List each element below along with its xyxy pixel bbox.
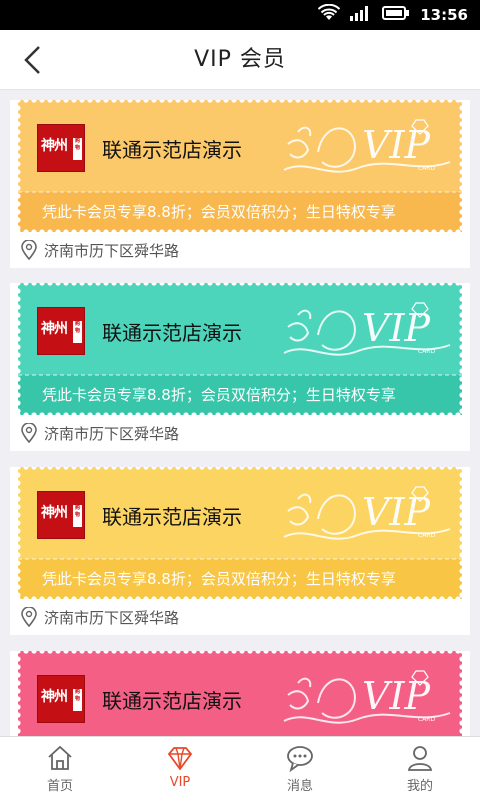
vip-card[interactable]: VIP CARD 神州 购物 联通示范店演示 凭此卡会员专享8.8折；会员双倍积… bbox=[10, 467, 470, 635]
tab-label: VIP bbox=[169, 775, 191, 790]
address-text: 济南市历下区舜华路 bbox=[44, 241, 180, 260]
vip-card[interactable]: VIP CARD 神州 购物 联通示范店演示 凭此卡会员专享8.8折；会员双倍积… bbox=[10, 100, 470, 268]
logo-sub-text: 购物 bbox=[73, 138, 82, 160]
vip-decoration-icon: VIP CARD bbox=[283, 302, 451, 356]
vip-card-list: VIP CARD 神州 购物 联通示范店演示 凭此卡会员专享8.8折；会员双倍积… bbox=[0, 90, 480, 736]
svg-text:CARD: CARD bbox=[418, 348, 435, 355]
vip-card[interactable]: VIP CARD 神州 购物 联通示范店演示 凭此卡会员专享8.8折；会员双倍积… bbox=[10, 283, 470, 451]
location-pin-icon bbox=[21, 240, 37, 260]
card-benefits: 凭此卡会员专享8.8折；会员双倍积分；生日特权专享 bbox=[42, 203, 396, 221]
store-address: 济南市历下区舜华路 bbox=[10, 415, 470, 451]
battery-icon bbox=[382, 5, 410, 25]
address-text: 济南市历下区舜华路 bbox=[44, 424, 180, 443]
store-logo: 神州 购物 bbox=[37, 307, 85, 355]
tab-label: 我的 bbox=[406, 779, 433, 794]
signal-icon bbox=[350, 5, 372, 25]
status-bar: 13:56 bbox=[0, 0, 480, 30]
card-benefits: 凭此卡会员专享8.8折；会员双倍积分；生日特权专享 bbox=[42, 570, 396, 588]
ticket-body: VIP CARD 神州 购物 联通示范店演示 凭此卡会员专享8.8折；会员双倍积… bbox=[18, 467, 462, 599]
logo-text: 神州 bbox=[41, 321, 68, 337]
vip-decoration-icon: VIP CARD bbox=[283, 670, 451, 724]
person-icon bbox=[407, 746, 433, 771]
vip-decoration-icon: VIP CARD bbox=[283, 486, 451, 540]
svg-text:CARD: CARD bbox=[418, 165, 435, 172]
page-title: VIP 会员 bbox=[194, 47, 286, 72]
svg-text:CARD: CARD bbox=[418, 532, 435, 539]
diamond-icon bbox=[167, 747, 193, 771]
svg-text:VIP: VIP bbox=[362, 490, 431, 534]
store-name: 联通示范店演示 bbox=[102, 138, 242, 162]
message-icon bbox=[287, 746, 313, 773]
svg-text:VIP: VIP bbox=[362, 306, 431, 350]
svg-text:VIP: VIP bbox=[362, 674, 431, 718]
tab-bar: 首页 VIP 消息 我的 bbox=[0, 736, 480, 800]
home-icon bbox=[48, 745, 72, 770]
store-logo: 神州 购物 bbox=[37, 124, 85, 172]
wifi-icon bbox=[318, 3, 341, 26]
logo-sub-text: 购物 bbox=[73, 505, 82, 527]
store-name: 联通示范店演示 bbox=[102, 689, 242, 713]
tab-profile[interactable]: 我的 bbox=[360, 737, 480, 800]
card-benefits: 凭此卡会员专享8.8折；会员双倍积分；生日特权专享 bbox=[42, 386, 396, 404]
address-text: 济南市历下区舜华路 bbox=[44, 608, 180, 627]
tab-home[interactable]: 首页 bbox=[0, 737, 120, 800]
vip-decoration-icon: VIP CARD bbox=[283, 119, 451, 173]
tab-label: 消息 bbox=[286, 779, 313, 794]
location-pin-icon bbox=[21, 607, 37, 627]
logo-text: 神州 bbox=[41, 505, 68, 521]
vip-card[interactable]: VIP CARD 神州 购物 联通示范店演示 bbox=[10, 651, 470, 736]
store-name: 联通示范店演示 bbox=[102, 321, 242, 345]
logo-text: 神州 bbox=[41, 138, 68, 154]
store-logo: 神州 购物 bbox=[37, 491, 85, 539]
ticket-body: VIP CARD 神州 购物 联通示范店演示 凭此卡会员专享8.8折；会员双倍积… bbox=[18, 283, 462, 415]
store-name: 联通示范店演示 bbox=[102, 505, 242, 529]
logo-text: 神州 bbox=[41, 689, 68, 705]
svg-text:VIP: VIP bbox=[362, 123, 431, 167]
logo-sub-text: 购物 bbox=[73, 321, 82, 343]
svg-text:CARD: CARD bbox=[418, 716, 435, 723]
ticket-body: VIP CARD 神州 购物 联通示范店演示 凭此卡会员专享8.8折；会员双倍积… bbox=[18, 100, 462, 232]
store-logo: 神州 购物 bbox=[37, 675, 85, 723]
status-time: 13:56 bbox=[420, 6, 468, 24]
store-address: 济南市历下区舜华路 bbox=[10, 232, 470, 268]
tab-messages[interactable]: 消息 bbox=[240, 737, 360, 800]
tab-label: 首页 bbox=[46, 779, 73, 794]
store-address: 济南市历下区舜华路 bbox=[10, 599, 470, 635]
nav-bar: VIP 会员 bbox=[0, 30, 480, 90]
location-pin-icon bbox=[21, 423, 37, 443]
tab-vip[interactable]: VIP bbox=[120, 737, 240, 800]
logo-sub-text: 购物 bbox=[73, 689, 82, 711]
ticket-body: VIP CARD 神州 购物 联通示范店演示 bbox=[18, 651, 462, 736]
